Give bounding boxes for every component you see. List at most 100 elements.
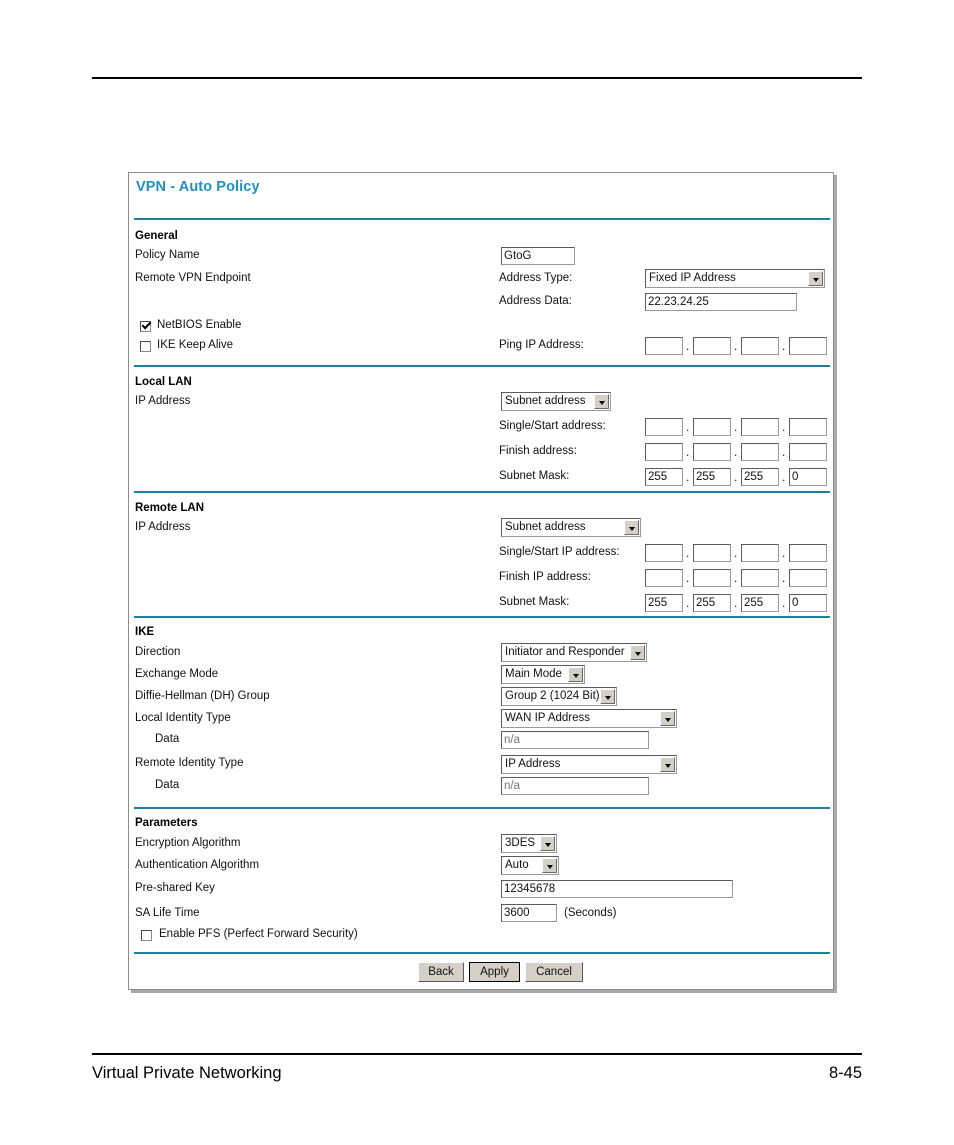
label-authentication-algorithm: Authentication Algorithm: [135, 859, 260, 871]
exchange-mode-select[interactable]: Main Mode: [501, 665, 585, 684]
chevron-down-icon[interactable]: [624, 520, 639, 535]
local-start-octet-3[interactable]: [741, 418, 779, 436]
remote-finish-octet-4[interactable]: [789, 569, 827, 587]
ip-dot: .: [734, 470, 738, 484]
label-address-data: Address Data:: [499, 295, 572, 307]
local-ip-address-type-value: Subnet address: [505, 395, 586, 407]
remote-start-octet-3[interactable]: [741, 544, 779, 562]
label-address-type: Address Type:: [499, 272, 573, 284]
local-finish-octet-1[interactable]: [645, 443, 683, 461]
chevron-down-icon[interactable]: [594, 394, 609, 409]
label-sa-life-time: SA Life Time: [135, 907, 200, 919]
remote-start-octet-4[interactable]: [789, 544, 827, 562]
section-heading-ike: IKE: [135, 626, 155, 638]
address-data-input[interactable]: [645, 293, 797, 311]
remote-mask-octet-3[interactable]: [741, 594, 779, 612]
local-identity-type-select[interactable]: WAN IP Address: [501, 709, 677, 728]
chevron-down-icon[interactable]: [540, 836, 555, 851]
label-remote-identity-data: Data: [155, 779, 180, 791]
apply-button[interactable]: Apply: [469, 962, 520, 982]
direction-select[interactable]: Initiator and Responder: [501, 643, 647, 662]
chevron-down-icon[interactable]: [660, 757, 675, 772]
ping-ip-octet-1[interactable]: [645, 337, 683, 355]
policy-name-input[interactable]: [501, 247, 575, 265]
enable-pfs-checkbox[interactable]: [141, 930, 152, 941]
encryption-algorithm-select[interactable]: 3DES: [501, 834, 557, 853]
label-sa-life-time-units: (Seconds): [564, 907, 617, 919]
netbios-enable-checkbox[interactable]: [140, 321, 151, 332]
label-remote-ip-address: IP Address: [135, 521, 191, 533]
local-mask-octet-4[interactable]: [789, 468, 827, 486]
ip-dot: .: [686, 470, 690, 484]
chevron-down-icon[interactable]: [542, 858, 557, 873]
label-pre-shared-key: Pre-shared Key: [135, 882, 215, 894]
local-ip-address-type-select[interactable]: Subnet address: [501, 392, 611, 411]
ip-dot: .: [782, 571, 786, 585]
local-start-octet-2[interactable]: [693, 418, 731, 436]
chevron-down-icon[interactable]: [808, 271, 823, 286]
remote-mask-octet-4[interactable]: [789, 594, 827, 612]
ike-keep-alive-checkbox[interactable]: [140, 341, 151, 352]
local-identity-type-value: WAN IP Address: [505, 712, 591, 724]
remote-finish-octet-1[interactable]: [645, 569, 683, 587]
chevron-down-icon[interactable]: [660, 711, 675, 726]
remote-identity-data-input[interactable]: [501, 777, 649, 795]
label-dh-group: Diffie-Hellman (DH) Group: [135, 690, 270, 702]
remote-ip-address-type-value: Subnet address: [505, 521, 586, 533]
local-finish-octet-3[interactable]: [741, 443, 779, 461]
rule-below-ike: [134, 807, 830, 809]
label-ping-ip-address: Ping IP Address:: [499, 339, 584, 351]
local-start-octet-4[interactable]: [789, 418, 827, 436]
label-remote-start-address: Single/Start IP address:: [499, 546, 620, 558]
sa-life-time-input[interactable]: [501, 904, 557, 922]
label-remote-vpn-endpoint: Remote VPN Endpoint: [135, 272, 251, 284]
local-mask-octet-1[interactable]: [645, 468, 683, 486]
label-local-subnet-mask: Subnet Mask:: [499, 470, 570, 482]
label-ike-keep-alive: IKE Keep Alive: [157, 339, 234, 351]
ping-ip-octet-2[interactable]: [693, 337, 731, 355]
address-type-select[interactable]: Fixed IP Address: [645, 269, 825, 288]
local-finish-octet-4[interactable]: [789, 443, 827, 461]
remote-mask-octet-1[interactable]: [645, 594, 683, 612]
ip-dot: .: [734, 445, 738, 459]
local-identity-data-input[interactable]: [501, 731, 649, 749]
ip-dot: .: [782, 420, 786, 434]
label-enable-pfs: Enable PFS (Perfect Forward Security): [159, 928, 358, 940]
back-button[interactable]: Back: [418, 962, 464, 982]
rule-below-local-lan: [134, 491, 830, 493]
ip-dot: .: [734, 420, 738, 434]
ip-dot: .: [686, 596, 690, 610]
remote-ip-address-type-select[interactable]: Subnet address: [501, 518, 641, 537]
dh-group-select[interactable]: Group 2 (1024 Bit): [501, 687, 617, 706]
ip-dot: .: [686, 445, 690, 459]
label-exchange-mode: Exchange Mode: [135, 668, 219, 680]
chevron-down-icon[interactable]: [568, 667, 583, 682]
local-mask-octet-3[interactable]: [741, 468, 779, 486]
local-mask-octet-2[interactable]: [693, 468, 731, 486]
local-start-octet-1[interactable]: [645, 418, 683, 436]
rule-below-remote-lan: [134, 616, 830, 618]
label-local-ip-address: IP Address: [135, 395, 191, 407]
remote-start-octet-2[interactable]: [693, 544, 731, 562]
section-heading-general: General: [135, 230, 178, 242]
pre-shared-key-input[interactable]: [501, 880, 733, 898]
label-remote-subnet-mask: Subnet Mask:: [499, 596, 570, 608]
ip-dot: .: [734, 571, 738, 585]
authentication-algorithm-value: Auto: [505, 859, 529, 871]
cancel-button[interactable]: Cancel: [525, 962, 583, 982]
remote-start-octet-1[interactable]: [645, 544, 683, 562]
ip-dot: .: [782, 596, 786, 610]
chevron-down-icon[interactable]: [630, 645, 645, 660]
ping-ip-octet-3[interactable]: [741, 337, 779, 355]
footer-page-number: 8-45: [828, 1063, 862, 1082]
remote-finish-octet-2[interactable]: [693, 569, 731, 587]
local-finish-octet-2[interactable]: [693, 443, 731, 461]
dh-group-value: Group 2 (1024 Bit): [505, 690, 600, 702]
ping-ip-octet-4[interactable]: [789, 337, 827, 355]
remote-mask-octet-2[interactable]: [693, 594, 731, 612]
direction-value: Initiator and Responder: [505, 646, 625, 658]
chevron-down-icon[interactable]: [600, 689, 615, 704]
remote-identity-type-select[interactable]: IP Address: [501, 755, 677, 774]
remote-finish-octet-3[interactable]: [741, 569, 779, 587]
authentication-algorithm-select[interactable]: Auto: [501, 856, 559, 875]
